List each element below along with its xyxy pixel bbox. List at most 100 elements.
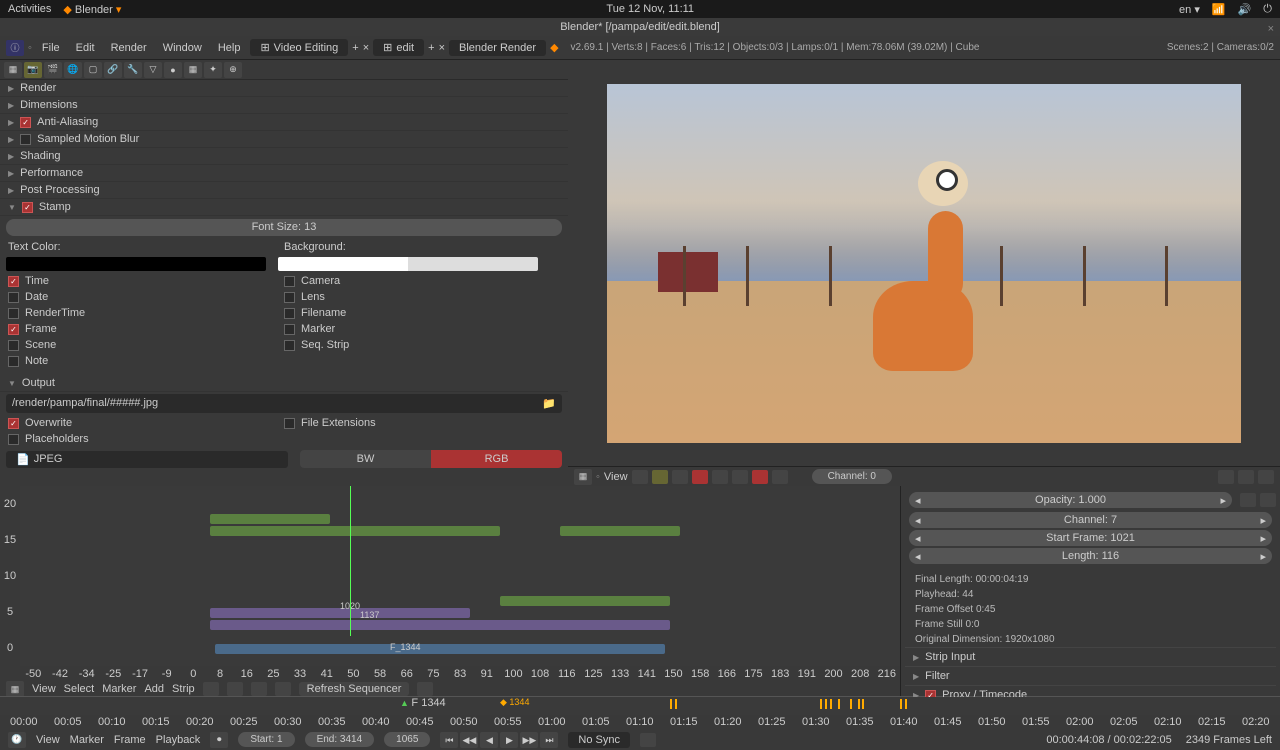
timeline-editor-icon[interactable]: 🕐 bbox=[8, 732, 26, 748]
tab-object-icon[interactable]: ▢ bbox=[84, 62, 102, 78]
seqstrip-chk[interactable] bbox=[284, 340, 295, 351]
menu-file[interactable]: File bbox=[36, 40, 66, 56]
opacity-key-icon[interactable] bbox=[1240, 493, 1256, 507]
stamp-checkbox[interactable] bbox=[22, 202, 33, 213]
refresh-sequencer-button[interactable]: Refresh Sequencer bbox=[299, 682, 410, 696]
start-field[interactable]: Start: 1 bbox=[238, 732, 294, 747]
wifi-icon[interactable]: 📶 bbox=[1212, 3, 1226, 16]
footer-frame-menu[interactable]: Frame bbox=[114, 734, 146, 746]
prev-tool-2[interactable] bbox=[1238, 470, 1254, 484]
date-chk[interactable] bbox=[8, 292, 19, 303]
next-key-button[interactable]: ▶▶ bbox=[520, 732, 538, 748]
display-mode-1[interactable] bbox=[632, 470, 648, 484]
add-scene-icon[interactable]: + bbox=[428, 42, 434, 54]
footer-marker-menu[interactable]: Marker bbox=[70, 734, 104, 746]
smb-checkbox[interactable] bbox=[20, 134, 31, 145]
section-smb[interactable]: ▶Sampled Motion Blur bbox=[0, 131, 568, 148]
section-filter[interactable]: ▶Filter bbox=[905, 666, 1276, 685]
seq-add-menu[interactable]: Add bbox=[144, 683, 164, 695]
rendertime-chk[interactable] bbox=[8, 308, 19, 319]
strip-video-2[interactable] bbox=[210, 620, 670, 630]
jump-end-button[interactable]: ⏭ bbox=[540, 732, 558, 748]
rgb-button[interactable]: RGB bbox=[431, 450, 562, 468]
power-icon[interactable]: ⏻ bbox=[1263, 3, 1272, 16]
display-mode-2[interactable] bbox=[652, 470, 668, 484]
seq-view-menu[interactable]: View bbox=[32, 683, 56, 695]
tab-texture-icon[interactable]: ▦ bbox=[184, 62, 202, 78]
tab-layers-icon[interactable]: 📷 bbox=[24, 62, 42, 78]
seq-tool-1[interactable] bbox=[203, 682, 219, 696]
seq-select-menu[interactable]: Select bbox=[64, 683, 95, 695]
end-field[interactable]: End: 3414 bbox=[305, 732, 375, 747]
frame-chk[interactable] bbox=[8, 324, 19, 335]
autokey-icon[interactable] bbox=[640, 733, 656, 747]
seq-strip-menu[interactable]: Strip bbox=[172, 683, 195, 695]
display-mode-3[interactable] bbox=[672, 470, 688, 484]
section-shading[interactable]: ▶Shading bbox=[0, 148, 568, 165]
section-post[interactable]: ▶Post Processing bbox=[0, 182, 568, 199]
menu-help[interactable]: Help bbox=[212, 40, 247, 56]
tab-world-icon[interactable]: 🌐 bbox=[64, 62, 82, 78]
marker-chk[interactable] bbox=[284, 324, 295, 335]
section-stamp[interactable]: ▼Stamp bbox=[0, 199, 568, 216]
seq-tool-3[interactable] bbox=[251, 682, 267, 696]
menu-render[interactable]: Render bbox=[105, 40, 153, 56]
info-icon[interactable]: ⓘ bbox=[6, 40, 24, 56]
remove-scene-icon[interactable]: × bbox=[439, 42, 445, 54]
section-output[interactable]: ▼Output bbox=[0, 375, 568, 392]
tab-scene-icon[interactable]: 🎬 bbox=[44, 62, 62, 78]
record-icon[interactable]: ⏺ bbox=[210, 732, 228, 748]
tab-render-icon[interactable]: ▦ bbox=[4, 62, 22, 78]
channel-field[interactable]: ◂Channel: 7▸ bbox=[909, 512, 1272, 528]
seq-tool-4[interactable] bbox=[275, 682, 291, 696]
fileext-chk[interactable] bbox=[284, 418, 295, 429]
app-menu[interactable]: ◆ Blender ▾ bbox=[63, 3, 121, 16]
footer-view-menu[interactable]: View bbox=[36, 734, 60, 746]
prev-key-button[interactable]: ◀◀ bbox=[460, 732, 478, 748]
seq-editor-icon[interactable]: ▦ bbox=[6, 681, 24, 696]
overwrite-chk[interactable] bbox=[8, 418, 19, 429]
camera-chk[interactable] bbox=[284, 276, 295, 287]
strip-audio-3[interactable] bbox=[560, 526, 680, 536]
display-mode-8[interactable] bbox=[772, 470, 788, 484]
opacity-field[interactable]: ◂Opacity: 1.000▸ bbox=[909, 492, 1232, 508]
startframe-field[interactable]: ◂Start Frame: 1021▸ bbox=[909, 530, 1272, 546]
background-swatch[interactable] bbox=[278, 257, 538, 271]
aa-checkbox[interactable] bbox=[20, 117, 31, 128]
sequencer-canvas[interactable]: 1020 1137 F_1344 bbox=[20, 486, 900, 666]
opacity-pin-icon[interactable] bbox=[1260, 493, 1276, 507]
tab-modifiers-icon[interactable]: 🔧 bbox=[124, 62, 142, 78]
marker-track[interactable]: ▲ F 1344 ◆ 1344 bbox=[0, 697, 1280, 715]
preview-view-menu[interactable]: View bbox=[604, 471, 628, 483]
volume-icon[interactable]: 🔊 bbox=[1238, 3, 1252, 16]
timeline[interactable]: ▲ F 1344 ◆ 1344 00:0000:0500:1000:1500:2… bbox=[0, 696, 1280, 728]
strip-video-3[interactable] bbox=[215, 644, 665, 654]
close-icon[interactable]: × bbox=[1268, 20, 1274, 38]
placeholders-chk[interactable] bbox=[8, 434, 19, 445]
layout-dropdown[interactable]: ⊞ Video Editing bbox=[250, 39, 348, 56]
play-button[interactable]: ▶ bbox=[500, 732, 518, 748]
time-chk[interactable] bbox=[8, 276, 19, 287]
add-layout-icon[interactable]: + bbox=[352, 42, 358, 54]
strip-audio-2[interactable] bbox=[210, 526, 500, 536]
prev-tool-1[interactable] bbox=[1218, 470, 1234, 484]
display-mode-5[interactable] bbox=[712, 470, 728, 484]
browse-icon[interactable]: 📁 bbox=[542, 397, 556, 410]
tab-data-icon[interactable]: ▽ bbox=[144, 62, 162, 78]
strip-sel[interactable] bbox=[500, 596, 670, 606]
seq-tool-5[interactable] bbox=[417, 682, 433, 696]
scene-chk[interactable] bbox=[8, 340, 19, 351]
seq-tool-2[interactable] bbox=[227, 682, 243, 696]
back-icon[interactable]: ◦ bbox=[28, 42, 32, 54]
scene-dropdown[interactable]: ⊞ edit bbox=[373, 39, 424, 56]
sequencer-playhead[interactable] bbox=[350, 486, 351, 636]
length-field[interactable]: ◂Length: 116▸ bbox=[909, 548, 1272, 564]
display-mode-6[interactable] bbox=[732, 470, 748, 484]
lang-indicator[interactable]: en ▾ bbox=[1179, 3, 1200, 16]
tab-physics-icon[interactable]: ⊕ bbox=[224, 62, 242, 78]
prev-tool-3[interactable] bbox=[1258, 470, 1274, 484]
textcolor-swatch[interactable] bbox=[6, 257, 266, 271]
note-chk[interactable] bbox=[8, 356, 19, 367]
seq-marker-menu[interactable]: Marker bbox=[102, 683, 136, 695]
tab-constraints-icon[interactable]: 🔗 bbox=[104, 62, 122, 78]
